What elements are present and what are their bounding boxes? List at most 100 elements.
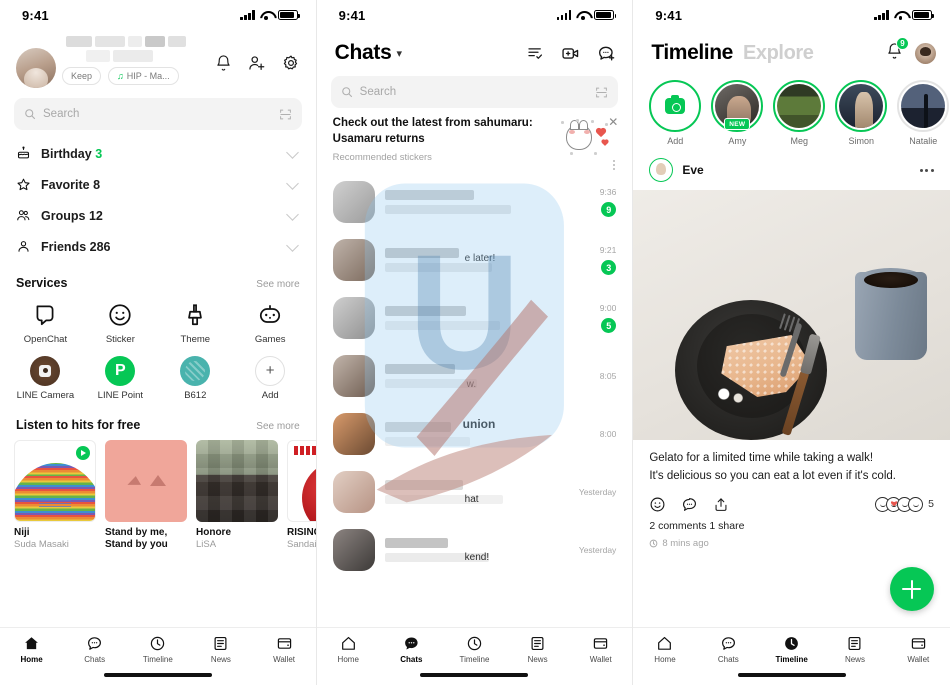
story-natalie[interactable]: Natalie	[897, 80, 950, 146]
service-line-camera[interactable]: LINE Camera	[8, 355, 83, 402]
story-meg[interactable]: Meg	[773, 80, 826, 146]
tab-wallet[interactable]: Wallet	[887, 635, 950, 664]
reaction-face-icon	[908, 496, 924, 512]
list-item[interactable]: w. 8:05	[317, 347, 633, 405]
clock-icon	[467, 636, 482, 651]
list-item[interactable]: hat Yesterday	[317, 463, 633, 521]
sidebar-item-birthday[interactable]: Birthday 3	[0, 138, 316, 169]
chevron-down-icon[interactable]	[285, 145, 299, 159]
reaction-summary[interactable]: 5	[875, 496, 934, 512]
qr-scan-icon[interactable]	[595, 86, 608, 99]
chevron-down-icon[interactable]: ▾	[397, 47, 403, 60]
avatar[interactable]	[649, 158, 674, 182]
qr-scan-icon[interactable]	[279, 108, 292, 121]
tab-chats[interactable]: Chats	[380, 635, 443, 664]
story-simon[interactable]: Simon	[835, 80, 888, 146]
tab-timeline[interactable]: Timeline	[126, 635, 189, 664]
status-indicators	[874, 10, 934, 20]
music-carousel[interactable]: Niji Suda Masaki Stand by me, Stand by y…	[0, 432, 316, 552]
compose-post-button[interactable]	[889, 567, 934, 611]
list-item[interactable]: e later! 9:21 3	[317, 231, 633, 289]
tab-wallet[interactable]: Wallet	[569, 635, 632, 664]
post-actions: 5	[633, 486, 950, 513]
music-card[interactable]: Stand by me, Stand by you	[105, 439, 187, 552]
sidebar-item-friends[interactable]: Friends 286	[0, 231, 316, 262]
video-call-icon[interactable]	[561, 44, 580, 63]
music-note-icon: ♫	[117, 71, 124, 81]
service-sticker[interactable]: Sticker	[83, 300, 158, 346]
service-line-point[interactable]: P LINE Point	[83, 355, 158, 402]
tab-wallet[interactable]: Wallet	[253, 635, 316, 664]
search-bar-home[interactable]: Search	[14, 98, 302, 130]
post-meta[interactable]: 2 comments 1 share	[633, 513, 950, 532]
tab-news[interactable]: News	[506, 635, 569, 664]
tab-timeline-title[interactable]: Timeline	[651, 41, 733, 65]
story-amy[interactable]: NEW Amy	[711, 80, 764, 146]
tab-explore-title[interactable]: Explore	[743, 42, 814, 65]
sticker-promo-banner[interactable]: Check out the latest from sahumaru: Usam…	[317, 108, 633, 173]
service-theme[interactable]: Theme	[158, 300, 233, 346]
tab-chats[interactable]: Chats	[63, 635, 126, 664]
kebab-menu-icon[interactable]	[919, 168, 934, 172]
comment-icon[interactable]	[681, 496, 698, 513]
reaction-faces	[875, 496, 924, 512]
service-games[interactable]: Games	[233, 300, 308, 346]
close-icon[interactable]: ✕	[608, 116, 618, 128]
select-list-icon[interactable]	[526, 44, 544, 62]
sidebar-item-favorite[interactable]: Favorite 8	[0, 169, 316, 200]
chevron-down-icon[interactable]	[285, 176, 299, 190]
track-title: Honore	[196, 526, 231, 538]
service-b612[interactable]: B612	[158, 355, 233, 402]
tab-label: Home	[20, 655, 43, 664]
keep-chip[interactable]: Keep	[62, 67, 102, 85]
notifications-button[interactable]: 9	[886, 36, 909, 65]
list-item[interactable]: kend! Yesterday	[317, 521, 633, 579]
list-item[interactable]: union 8:00	[317, 405, 633, 463]
play-badge-icon[interactable]	[76, 445, 90, 460]
avatar[interactable]	[16, 48, 56, 88]
phone-screen-chats: 9:41 Chats ▾ Search Check out the latest…	[316, 0, 634, 685]
search-bar-chats[interactable]: Search	[330, 76, 619, 108]
home-header-icons	[215, 32, 300, 72]
tab-home[interactable]: Home	[0, 635, 63, 664]
gear-icon[interactable]	[282, 54, 300, 72]
like-smiley-icon[interactable]	[649, 496, 666, 513]
music-card[interactable]: Honore LiSA	[196, 439, 278, 552]
tab-chats[interactable]: Chats	[697, 635, 760, 664]
services-see-more[interactable]: See more	[256, 279, 299, 290]
nav-label: Favorite	[41, 177, 90, 192]
add-friend-icon[interactable]	[248, 54, 266, 72]
line-point-icon: P	[105, 355, 136, 386]
share-icon[interactable]	[713, 496, 729, 513]
tab-news[interactable]: News	[823, 635, 886, 664]
chat-time: Yesterday	[578, 487, 617, 498]
bell-icon[interactable]	[215, 54, 232, 72]
tab-home[interactable]: Home	[317, 635, 380, 664]
chevron-down-icon[interactable]	[285, 238, 299, 252]
tab-news[interactable]: News	[189, 635, 252, 664]
service-openchat[interactable]: OpenChat	[8, 300, 83, 346]
list-item[interactable]: 9:36 9	[317, 173, 633, 231]
chevron-down-icon[interactable]	[285, 207, 299, 221]
kebab-menu-icon[interactable]	[613, 160, 616, 170]
music-card[interactable]: Niji Suda Masaki	[14, 439, 96, 552]
story-add[interactable]: Add	[649, 80, 702, 146]
post-image[interactable]	[633, 190, 950, 440]
tab-timeline[interactable]: Timeline	[443, 635, 506, 664]
music-status-chip[interactable]: ♫ HIP - Ma...	[108, 67, 179, 85]
service-add[interactable]: + Add	[233, 355, 308, 402]
music-see-more[interactable]: See more	[256, 421, 299, 432]
birthday-cake-icon	[17, 146, 30, 159]
story-carousel[interactable]: Add NEW Amy Meg Simon Natalie	[633, 72, 950, 146]
track-artist: Suda Masaki	[14, 539, 69, 551]
avatar[interactable]	[914, 42, 936, 64]
list-item[interactable]: 9:00 5	[317, 289, 633, 347]
music-card[interactable]: RISING S Sandaime	[287, 439, 316, 552]
status-time: 9:41	[655, 7, 683, 23]
tab-home[interactable]: Home	[633, 635, 696, 664]
profile-name-block[interactable]: Keep ♫ HIP - Ma...	[62, 32, 205, 85]
sidebar-item-groups[interactable]: Groups 12	[0, 200, 316, 231]
new-chat-icon[interactable]	[597, 44, 616, 63]
tab-timeline[interactable]: Timeline	[760, 635, 823, 664]
chat-list[interactable]: 9:36 9 e later! 9:21 3 9:00 5 w. 8:05 un…	[317, 173, 633, 627]
